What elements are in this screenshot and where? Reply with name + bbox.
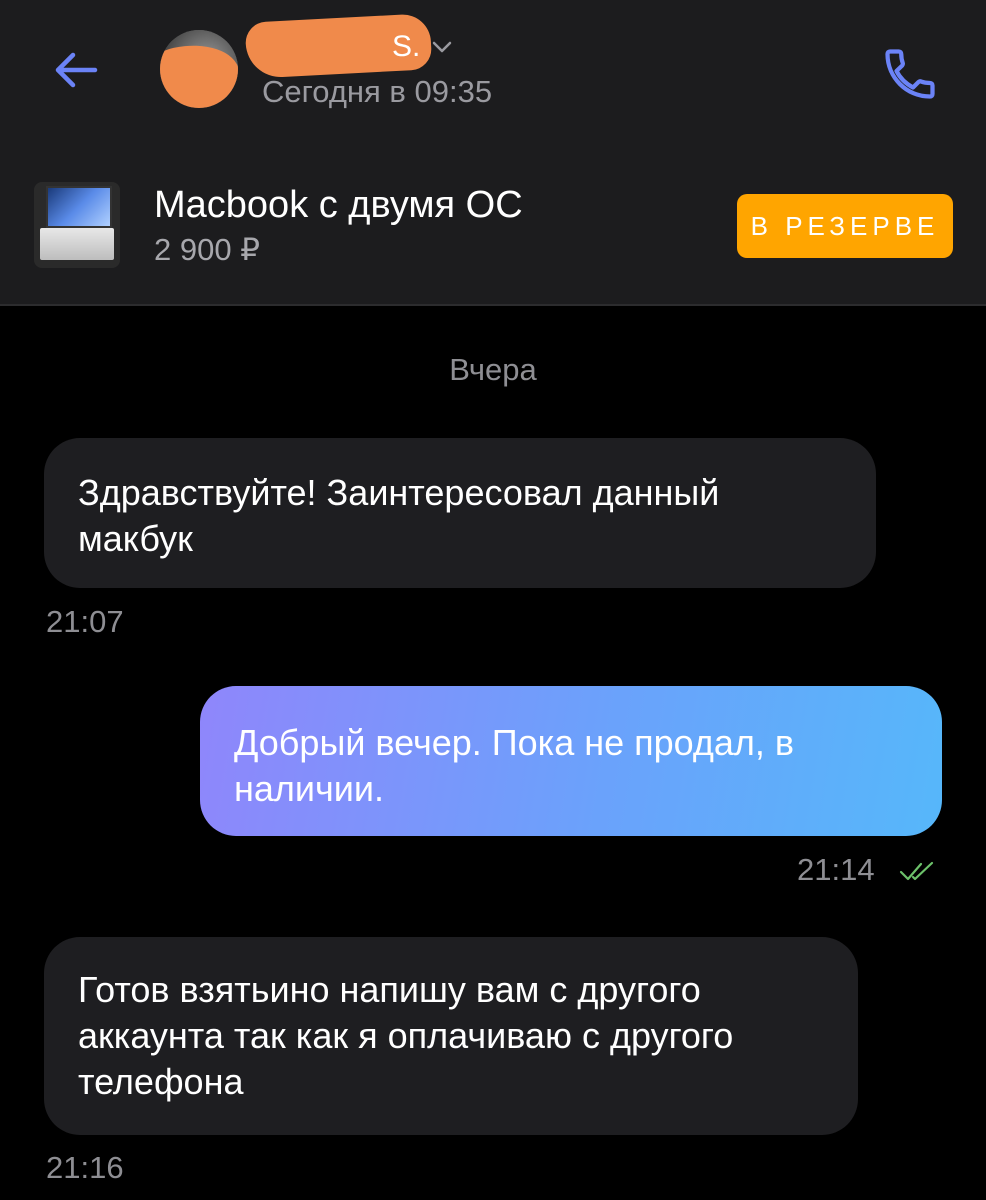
product-thumbnail[interactable] [34,182,120,268]
incoming-message[interactable]: Здравствуйте! Заинтересовал данный макбу… [44,438,876,588]
chat-header: S. Сегодня в 09:35 [0,0,986,152]
product-card[interactable]: Macbook с двумя ОС 2 900 ₽ В РЕЗЕРВЕ [0,150,986,306]
day-separator: Вчера [449,352,537,387]
arrow-left-icon [55,52,98,88]
incoming-message[interactable]: Готов взятьино напишу вам с другого акка… [44,937,858,1135]
message-time: 21:07 [46,604,124,639]
last-seen-status: Сегодня в 09:35 [262,74,493,109]
product-price: 2 900 ₽ [154,232,260,267]
call-button[interactable] [880,44,940,104]
chevron-down-icon[interactable] [430,38,454,56]
double-check-read-icon [899,861,934,881]
back-button[interactable] [46,40,106,100]
outgoing-message[interactable]: Добрый вечер. Пока не продал, в наличии. [200,686,942,836]
product-title[interactable]: Macbook с двумя ОС [154,184,523,227]
contact-name[interactable]: S. [392,30,420,64]
message-time: 21:16 [46,1150,124,1185]
reserved-status-badge: В РЕЗЕРВЕ [737,194,953,258]
phone-icon [885,49,935,99]
message-time: 21:14 [797,852,875,887]
avatar[interactable] [160,30,238,108]
